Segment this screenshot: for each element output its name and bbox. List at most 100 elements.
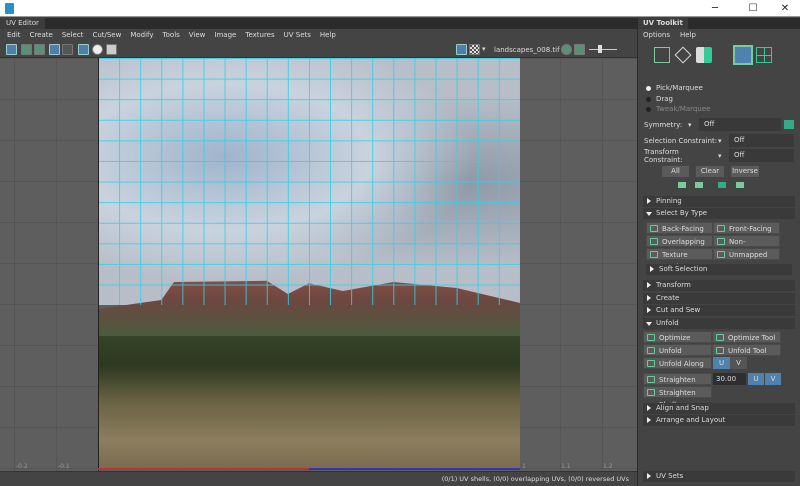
forest-region xyxy=(98,320,520,470)
section-unfold[interactable]: Unfold xyxy=(643,318,795,329)
symmetry-row: Symmetry: ▾ Off xyxy=(644,118,794,131)
section-pinning[interactable]: Pinning xyxy=(643,196,795,207)
texture-icon[interactable] xyxy=(561,44,572,55)
tab-uv-editor[interactable]: UV Editor xyxy=(0,18,45,29)
menu-select[interactable]: Select xyxy=(62,29,84,41)
tick-label: 1.1 xyxy=(561,463,571,470)
minimize-button[interactable]: ─ xyxy=(700,0,730,17)
unfold-tool-button[interactable]: Unfold Tool xyxy=(712,344,781,356)
tool-drag[interactable]: Drag xyxy=(646,95,673,103)
section-uv-sets[interactable]: UV Sets xyxy=(643,471,795,482)
dropdown-icon[interactable]: ▾ xyxy=(482,45,486,53)
app-icon xyxy=(5,3,14,14)
section-transform[interactable]: Transform xyxy=(643,280,795,291)
texture-borders-button[interactable]: Texture Borders xyxy=(646,248,713,271)
section-cut-and-sew[interactable]: Cut and Sew xyxy=(643,305,795,316)
pivot-icon[interactable] xyxy=(92,44,103,55)
maximize-button[interactable]: ☐ xyxy=(738,0,768,17)
symmetry-icon[interactable] xyxy=(784,120,794,129)
uv-toolkit-panel: UV Toolkit Options Help Pick/Marquee Dra… xyxy=(637,18,800,486)
unmapped-button[interactable]: Unmapped xyxy=(713,248,780,260)
selection-constraint-dropdown[interactable]: Off xyxy=(729,134,794,147)
straighten-v-button[interactable]: V xyxy=(765,373,781,385)
grow-selection-icon[interactable] xyxy=(678,182,686,188)
section-align-and-snap[interactable]: Align and Snap xyxy=(643,403,795,414)
distortion-icon[interactable] xyxy=(34,44,45,55)
face-mode-icon[interactable] xyxy=(654,47,670,63)
toolbar: ▾ landscapes_008.tif xyxy=(0,41,637,58)
overlapping-button[interactable]: Overlapping xyxy=(646,235,713,247)
front-facing-button[interactable]: Front-Facing xyxy=(713,222,780,234)
tick-label: -0.1 xyxy=(58,463,70,470)
exposure-icon[interactable] xyxy=(574,44,585,55)
non-overlapping-button[interactable]: Non-Overlapping xyxy=(713,235,780,258)
inverse-button[interactable]: Inverse xyxy=(731,166,759,177)
toolkit-menu: Options Help xyxy=(643,30,696,40)
section-create[interactable]: Create xyxy=(643,293,795,304)
optimize-button[interactable]: Optimize xyxy=(643,331,712,343)
straighten-u-button[interactable]: U xyxy=(748,373,764,385)
v-axis xyxy=(98,58,99,471)
straighten-uvs-button[interactable]: Straighten UVs xyxy=(643,373,712,396)
section-select-by-type[interactable]: Select By Type xyxy=(643,208,795,219)
menu-help[interactable]: Help xyxy=(680,30,696,40)
uv-viewport[interactable]: -0.2 -0.1 1 1.1 1.2 xyxy=(0,58,637,471)
menu-textures[interactable]: Textures xyxy=(245,29,274,41)
unfold-along-v-button[interactable]: V xyxy=(730,357,747,369)
section-arrange-and-layout[interactable]: Arrange and Layout xyxy=(643,415,795,426)
select-border-icon[interactable] xyxy=(718,182,726,188)
select-shortest-edge-icon[interactable] xyxy=(736,182,744,188)
select-all-button[interactable]: All xyxy=(662,166,689,177)
section-soft-selection[interactable]: Soft Selection xyxy=(646,264,792,275)
straighten-angle-input[interactable]: 30.00 xyxy=(713,373,746,385)
menu-image[interactable]: Image xyxy=(214,29,236,41)
menu-create[interactable]: Create xyxy=(30,29,53,41)
menu-tools[interactable]: Tools xyxy=(163,29,180,41)
image-display-icon[interactable] xyxy=(456,44,467,55)
image-name[interactable]: landscapes_008.tif xyxy=(494,46,560,54)
tick-label: -0.2 xyxy=(16,463,28,470)
grid-toggle-icon[interactable] xyxy=(62,44,73,55)
menu-modify[interactable]: Modify xyxy=(130,29,153,41)
menu-help[interactable]: Help xyxy=(320,29,336,41)
tick-label: 1.2 xyxy=(603,463,613,470)
unfold-button[interactable]: Unfold xyxy=(643,344,712,356)
checker-pattern-icon[interactable] xyxy=(469,44,480,55)
uv-shell-select-icon[interactable] xyxy=(756,47,772,63)
uv-toolkit-tab-bar: UV Toolkit xyxy=(638,18,800,29)
unfold-along-u-button[interactable]: U xyxy=(713,357,730,369)
back-facing-button[interactable]: Back-Facing xyxy=(646,222,713,234)
transform-constraint-dropdown[interactable]: Off xyxy=(729,149,794,162)
title-bar: ─ ☐ ✕ xyxy=(0,0,800,17)
camera-icon[interactable] xyxy=(106,44,117,55)
symmetry-dropdown[interactable]: Off xyxy=(699,118,781,131)
menu-uv-sets[interactable]: UV Sets xyxy=(284,29,311,41)
tab-uv-toolkit[interactable]: UV Toolkit xyxy=(638,18,688,29)
tool-pick-marquee[interactable]: Pick/Marquee xyxy=(646,84,703,92)
menu-options[interactable]: Options xyxy=(643,30,670,40)
clear-button[interactable]: Clear xyxy=(696,166,724,177)
edge-mode-icon[interactable] xyxy=(674,46,692,64)
menu-edit[interactable]: Edit xyxy=(7,29,21,41)
shrink-selection-icon[interactable] xyxy=(695,182,703,188)
menu-view[interactable]: View xyxy=(189,29,206,41)
uv-mesh-grid xyxy=(98,58,520,305)
shading-icon[interactable] xyxy=(21,44,32,55)
optimize-tool-button[interactable]: Optimize Tool xyxy=(712,331,781,343)
uv-shell-icon[interactable] xyxy=(6,44,17,55)
close-button[interactable]: ✕ xyxy=(770,0,800,17)
shell-mode-icon[interactable] xyxy=(696,47,712,63)
uv-mode-icon[interactable] xyxy=(733,45,753,65)
u-axis xyxy=(98,468,520,470)
unfold-along-button[interactable]: Unfold Along xyxy=(643,357,712,369)
slider-handle[interactable] xyxy=(598,45,602,53)
status-bar: (0/1) UV shells, (0/0) overlapping UVs, … xyxy=(0,471,637,486)
symmetry-label: Symmetry: xyxy=(644,120,683,129)
snap-grid-icon[interactable] xyxy=(78,44,89,55)
tool-tweak-marquee[interactable]: Tweak/Marquee xyxy=(646,105,710,113)
exposure-slider[interactable] xyxy=(589,49,617,50)
straighten-shell-button[interactable]: Straighten Shell xyxy=(643,386,712,409)
selection-constraint-row: Selection Constraint: ▾ Off xyxy=(644,134,794,147)
checker-icon[interactable] xyxy=(49,44,60,55)
menu-cut-sew[interactable]: Cut/Sew xyxy=(92,29,121,41)
